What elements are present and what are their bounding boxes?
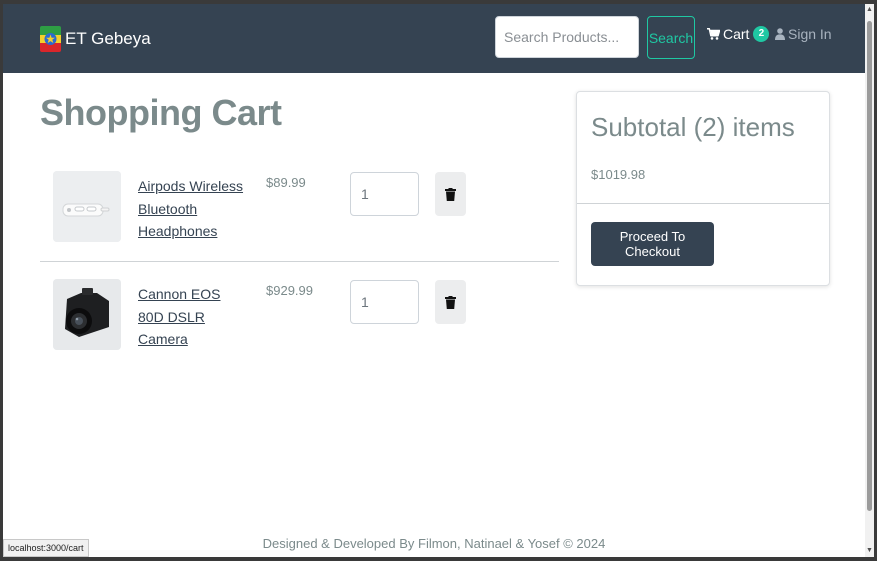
sign-in-link[interactable]: Sign In bbox=[775, 26, 832, 42]
cart-item: Airpods Wireless Bluetooth Headphones $8… bbox=[40, 170, 559, 250]
subtotal-title: Subtotal (2) items bbox=[591, 112, 795, 142]
item-price: $89.99 bbox=[266, 175, 306, 190]
product-link[interactable]: Airpods Wireless Bluetooth Headphones bbox=[138, 175, 248, 243]
user-icon bbox=[775, 28, 785, 40]
trash-icon bbox=[445, 187, 456, 201]
summary-divider bbox=[577, 203, 829, 204]
footer-text: Designed & Developed By Filmon, Natinael… bbox=[262, 536, 606, 551]
brand-link[interactable]: ET Gebeya bbox=[40, 26, 151, 52]
cart-item: Cannon EOS 80D DSLR Camera $929.99 1 bbox=[40, 278, 559, 358]
cart-count-badge: 2 bbox=[753, 26, 770, 42]
search-button[interactable]: Search bbox=[647, 16, 695, 59]
cart-label: Cart bbox=[723, 26, 750, 42]
navbar: ET Gebeya Search Cart 2 Sign In bbox=[3, 4, 865, 73]
scrollbar-thumb[interactable] bbox=[867, 21, 872, 511]
product-link[interactable]: Cannon EOS 80D DSLR Camera bbox=[138, 283, 248, 351]
quantity-select[interactable]: 1 bbox=[350, 172, 419, 216]
camera-image[interactable] bbox=[53, 279, 121, 350]
item-price: $929.99 bbox=[266, 283, 313, 298]
quantity-value: 1 bbox=[361, 294, 369, 310]
trash-icon bbox=[445, 295, 456, 309]
earbuds-image[interactable] bbox=[53, 171, 121, 242]
browser-viewport: ET Gebeya Search Cart 2 Sign In Shopping… bbox=[3, 4, 874, 557]
subtotal-amount: $1019.98 bbox=[591, 167, 646, 182]
quantity-select[interactable]: 1 bbox=[350, 280, 419, 324]
status-bar-url: localhost:3000/cart bbox=[3, 539, 89, 557]
cart-link[interactable]: Cart 2 bbox=[707, 26, 770, 42]
sign-in-label: Sign In bbox=[788, 26, 832, 42]
proceed-to-checkout-button[interactable]: Proceed To Checkout bbox=[591, 222, 714, 266]
quantity-value: 1 bbox=[361, 186, 369, 202]
page-title: Shopping Cart bbox=[40, 92, 282, 133]
shopping-cart-icon bbox=[707, 28, 720, 40]
logo-icon bbox=[40, 26, 61, 52]
scroll-up-arrow-icon[interactable]: ▲ bbox=[866, 6, 873, 14]
remove-item-button[interactable] bbox=[435, 172, 466, 216]
search-input[interactable] bbox=[495, 16, 639, 58]
brand-name: ET Gebeya bbox=[65, 29, 151, 48]
vertical-scrollbar[interactable]: ▲ ▼ bbox=[865, 4, 874, 557]
remove-item-button[interactable] bbox=[435, 280, 466, 324]
item-divider bbox=[40, 261, 559, 262]
scroll-down-arrow-icon[interactable]: ▼ bbox=[866, 547, 873, 555]
order-summary-card: Subtotal (2) items $1019.98 Proceed To C… bbox=[576, 91, 830, 286]
